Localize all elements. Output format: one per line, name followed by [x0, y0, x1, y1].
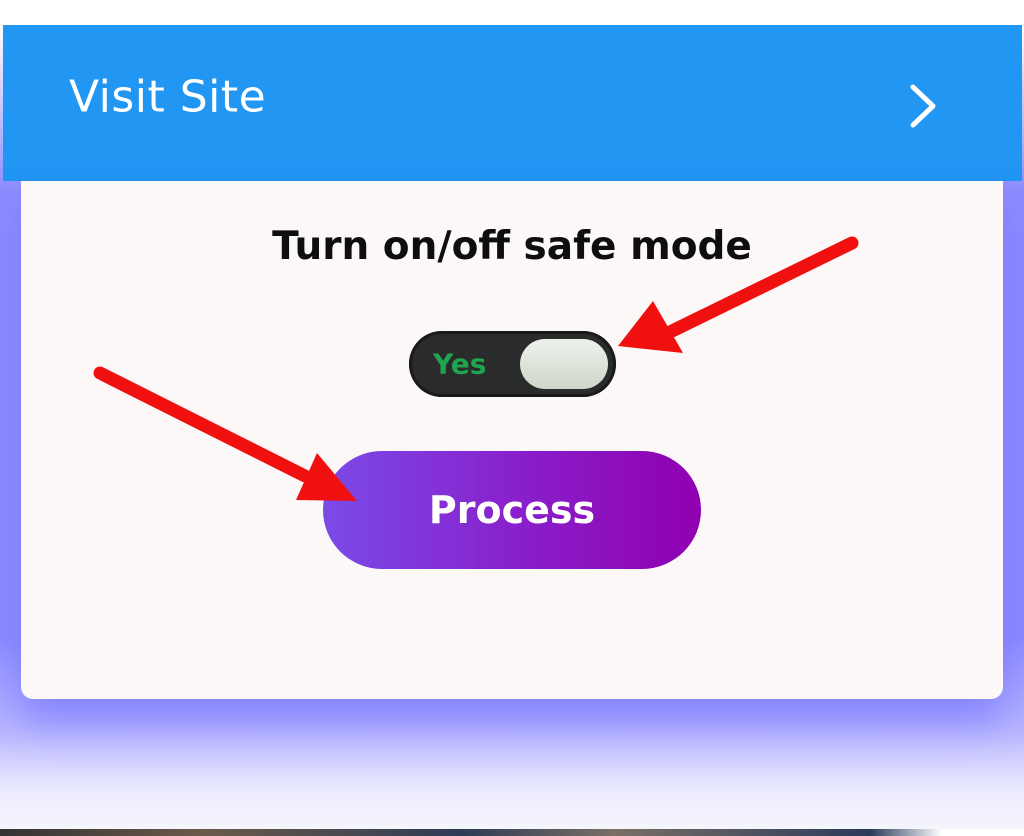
- toggle-knob: [520, 339, 608, 389]
- safe-mode-toggle[interactable]: Yes: [409, 331, 616, 397]
- bottom-image-strip: [0, 829, 1024, 836]
- chevron-right-icon: [910, 84, 936, 128]
- visit-site-label: Visit Site: [69, 71, 267, 123]
- toggle-label: Yes: [433, 347, 487, 381]
- process-button-label: Process: [428, 488, 596, 532]
- process-button[interactable]: Process: [323, 451, 701, 569]
- top-strip: [0, 0, 1024, 24]
- visit-site-banner[interactable]: Visit Site: [3, 25, 1022, 181]
- safe-mode-heading: Turn on/off safe mode: [272, 224, 752, 269]
